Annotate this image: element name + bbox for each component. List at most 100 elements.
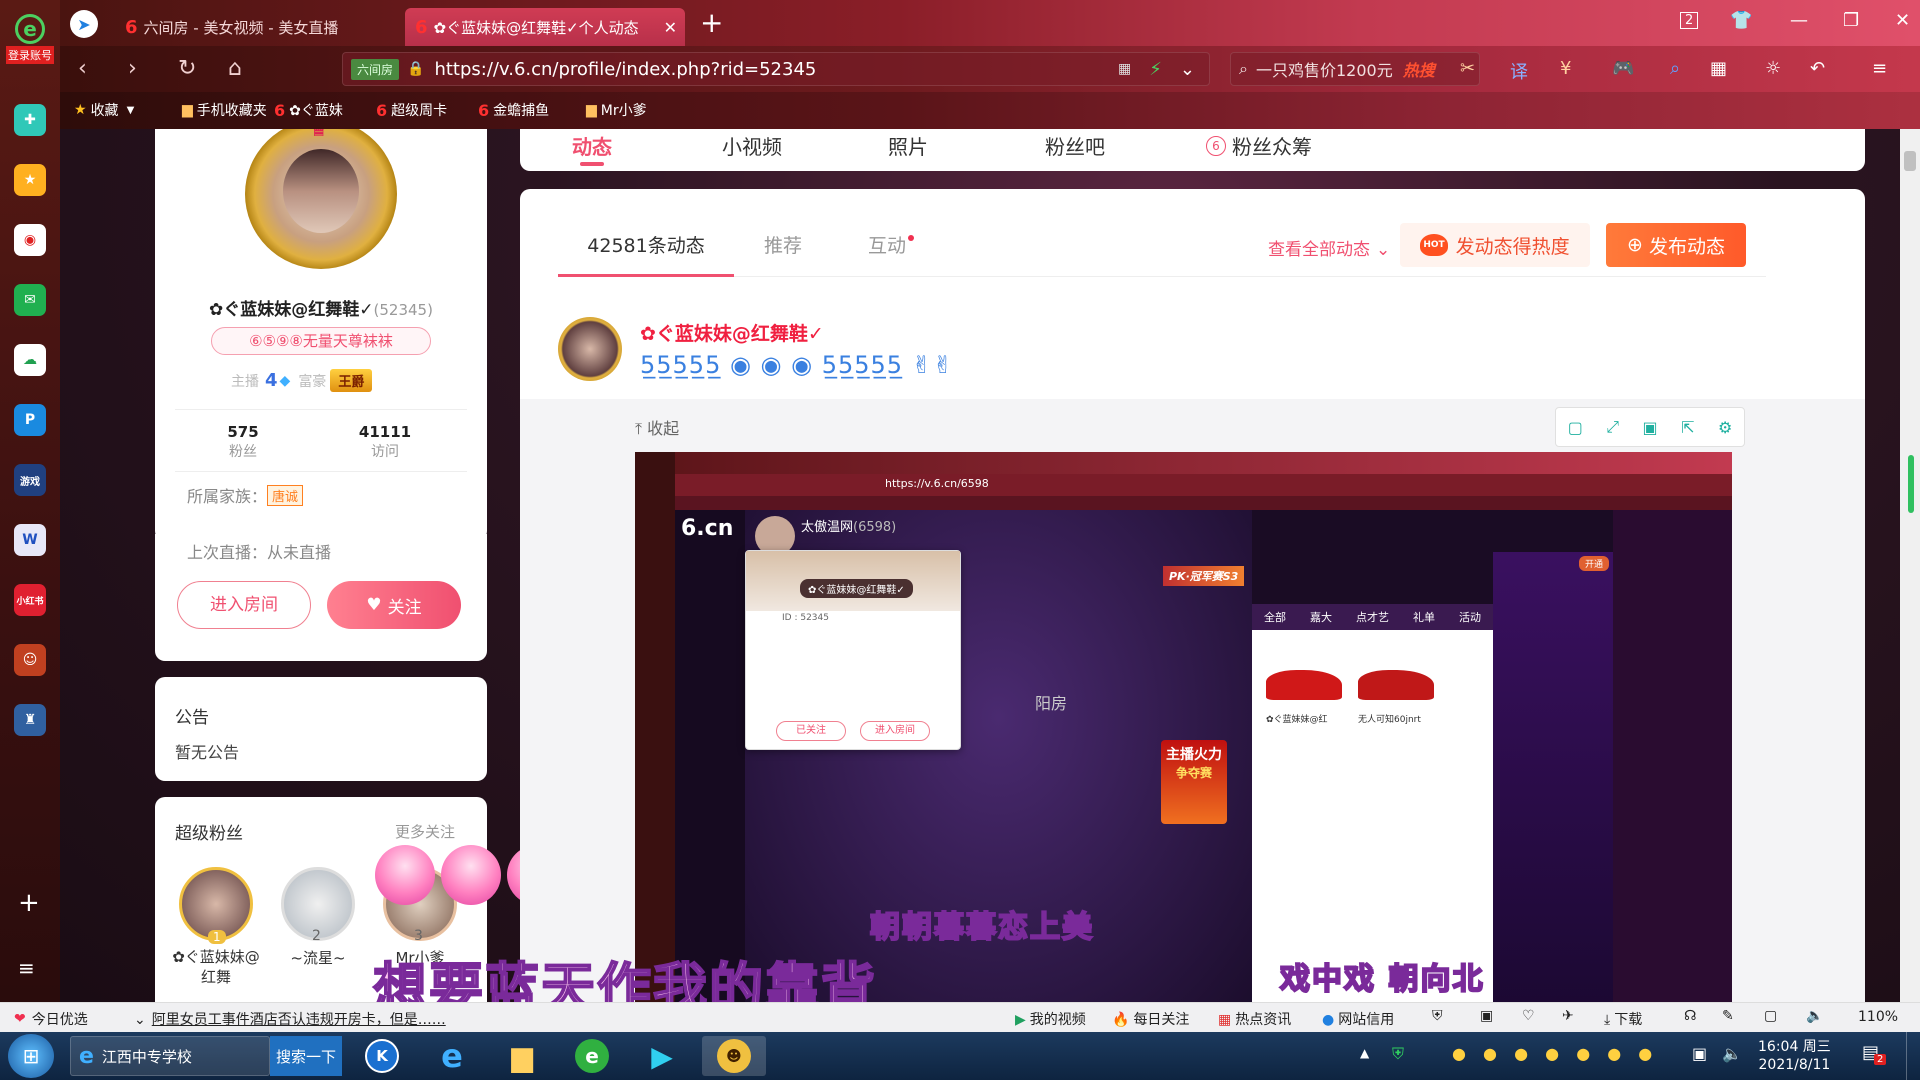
scrollbar-thumb[interactable]: [1904, 151, 1916, 171]
heart-outline-icon[interactable]: ♡: [1522, 1008, 1535, 1024]
weibo-icon[interactable]: ◉: [14, 224, 46, 256]
tab-profile[interactable]: 6 ✿ぐ蓝妹妹@红舞鞋✓个人动态 ✕: [405, 8, 685, 46]
today-picks[interactable]: ❤ 今日优选: [14, 1009, 88, 1029]
download-button[interactable]: ⤓ 下载: [1604, 1009, 1642, 1029]
clock[interactable]: 16:04 周三 2021/8/11: [1758, 1038, 1831, 1074]
tray-shield-icon[interactable]: ⛨: [1392, 1044, 1404, 1064]
brightness-icon[interactable]: ☼: [1765, 58, 1781, 79]
tab-crowdfund[interactable]: 6 粉丝众筹: [1206, 131, 1312, 160]
restore-icon[interactable]: ❐: [1843, 10, 1859, 31]
forward-icon[interactable]: ›: [128, 56, 137, 81]
cut-icon[interactable]: ✎: [1722, 1008, 1734, 1024]
profile-avatar[interactable]: ♛: [245, 129, 397, 269]
skin-icon[interactable]: 👕: [1730, 10, 1752, 31]
menu-icon[interactable]: ≡: [1872, 58, 1887, 79]
status-item-daily[interactable]: 🔥 每日关注: [1112, 1009, 1189, 1029]
game-app-icon[interactable]: 游戏: [14, 464, 46, 496]
tab-liujianfang[interactable]: 6 六间房 - 美女视频 - 美女直播: [115, 8, 395, 46]
post-author-name[interactable]: ✿ぐ蓝妹妹@红舞鞋✓: [640, 319, 824, 346]
embedded-screenshot[interactable]: https://v.6.cn/6598 6.cn 太傲温网(6598) PK·冠…: [635, 452, 1732, 1002]
share-icon[interactable]: ⇱: [1681, 418, 1694, 437]
save-icon[interactable]: ▣: [1643, 418, 1658, 437]
window-count-badge[interactable]: 2: [1680, 12, 1699, 29]
tray-qq-icons[interactable]: ● ● ● ● ● ● ●: [1452, 1044, 1658, 1063]
news-ticker[interactable]: ⌄ 阿里女员工事件酒店否认违规开房卡，但是……: [134, 1009, 446, 1029]
grid-icon[interactable]: ▦: [1710, 58, 1727, 79]
show-desktop-button[interactable]: [1906, 1032, 1920, 1080]
refresh-icon[interactable]: ↻: [178, 56, 196, 81]
game-avatar-icon[interactable]: ☺: [14, 644, 46, 676]
home-icon[interactable]: ⌂: [228, 56, 242, 81]
p-app-icon[interactable]: P: [14, 404, 46, 436]
find-icon[interactable]: ⌕: [1670, 58, 1680, 79]
headset-icon[interactable]: ☊: [1684, 1008, 1696, 1024]
hot-search-label[interactable]: 热搜: [1403, 57, 1435, 81]
publish-button[interactable]: ⊕ 发布动态: [1606, 223, 1746, 267]
fullscreen-icon[interactable]: ⤢: [1606, 417, 1619, 437]
speed-icon[interactable]: ✈: [1562, 1008, 1574, 1024]
more-follow-link[interactable]: 更多关注: [395, 821, 455, 842]
collapse-link[interactable]: ⤒ 收起: [635, 415, 679, 439]
tray-network-icon[interactable]: ▣: [1692, 1044, 1707, 1063]
task-k-app[interactable]: K: [352, 1036, 412, 1076]
url-text[interactable]: https://v.6.cn/profile/index.php?rid=523…: [434, 59, 816, 80]
follow-button[interactable]: ♥ 关注: [327, 581, 461, 629]
bookmark-mrxiaodie[interactable]: ▆ Mr小爹: [586, 100, 647, 120]
task-explorer[interactable]: ▆: [492, 1036, 552, 1076]
bookmark-favorites[interactable]: ★ 收藏 ▼: [74, 100, 134, 120]
tab-photos[interactable]: 照片: [888, 131, 928, 160]
mail-icon[interactable]: ✉: [14, 284, 46, 316]
document-icon[interactable]: W: [14, 524, 46, 556]
window-icon[interactable]: ▢: [1764, 1008, 1777, 1024]
tray-volume-icon[interactable]: 🔈: [1722, 1044, 1742, 1063]
bookmark-super-card[interactable]: 6 超级周卡: [376, 100, 447, 120]
minimize-icon[interactable]: —: [1790, 10, 1808, 31]
tab-fanbar[interactable]: 粉丝吧: [1045, 131, 1105, 160]
tab-videos[interactable]: 小视频: [722, 131, 782, 160]
tab-interact[interactable]: 互动: [868, 221, 915, 271]
image-icon[interactable]: ▣: [1480, 1008, 1493, 1024]
coin-icon[interactable]: ¥: [1560, 58, 1571, 79]
shield-icon[interactable]: ⛨: [1432, 1008, 1443, 1024]
tab-all-posts[interactable]: 42581条动态: [558, 221, 734, 277]
start-button[interactable]: ⊞: [8, 1034, 54, 1078]
add-app-icon[interactable]: +: [18, 888, 40, 918]
qr-icon[interactable]: ▦: [1118, 61, 1131, 77]
status-item-credit[interactable]: ● 网站信用: [1322, 1009, 1394, 1029]
task-360-browser[interactable]: e: [562, 1036, 622, 1076]
gamepad-icon[interactable]: 🎮: [1612, 58, 1634, 79]
bookmark-lanmeimei[interactable]: 6 ✿ぐ蓝妹: [274, 100, 343, 120]
enter-room-button[interactable]: 进入房间: [177, 581, 311, 629]
page-scrollbar[interactable]: [1900, 129, 1920, 1002]
tab-dongtai[interactable]: 动态: [572, 131, 612, 166]
undo-icon[interactable]: ↶: [1810, 58, 1825, 79]
right-edge-indicator[interactable]: [1908, 455, 1914, 513]
castle-game-icon[interactable]: ♜: [14, 704, 46, 736]
new-tab-button[interactable]: +: [700, 6, 723, 39]
hot-button[interactable]: HOT 发动态得热度: [1400, 223, 1590, 267]
status-item-news[interactable]: ▦ 热点资讯: [1218, 1009, 1291, 1029]
task-ie[interactable]: e 江西中专学校: [70, 1036, 270, 1076]
lightning-icon[interactable]: ⚡: [1149, 59, 1162, 80]
family-badge[interactable]: 唐诚: [267, 484, 304, 506]
menu-list-icon[interactable]: ≡: [18, 956, 35, 980]
settings-gear-icon[interactable]: ⚙: [1718, 418, 1732, 437]
scissors-icon[interactable]: ✂: [1460, 58, 1475, 79]
browser-logo[interactable]: e 登录账号: [6, 14, 54, 64]
zoom-level[interactable]: 110%: [1858, 1009, 1898, 1025]
fan-item[interactable]: 1 ✿ぐ蓝妹妹@红舞: [171, 867, 261, 987]
taskbar-search-button[interactable]: 搜索一下: [270, 1036, 342, 1076]
notification-center[interactable]: ▤ 2: [1862, 1042, 1887, 1065]
bookmark-fishing[interactable]: 6 金蟾捕鱼: [478, 100, 549, 120]
volume-icon[interactable]: 🔈: [1806, 1008, 1823, 1024]
redbook-icon[interactable]: 小红书: [14, 584, 46, 616]
close-window-icon[interactable]: ✕: [1895, 10, 1910, 31]
copy-icon[interactable]: ▢: [1568, 418, 1583, 437]
search-box[interactable]: ⌕ 一只鸡售价1200元 热搜: [1230, 52, 1480, 86]
back-icon[interactable]: ‹: [78, 56, 87, 81]
bookmark-mobile[interactable]: ▆ 手机收藏夹: [182, 100, 267, 120]
address-bar[interactable]: 六间房 🔒 https://v.6.cn/profile/index.php?r…: [342, 52, 1210, 86]
visits-stat[interactable]: 41111 访问: [340, 423, 430, 461]
close-tab-icon[interactable]: ✕: [664, 18, 677, 37]
post-author-avatar[interactable]: [558, 317, 622, 381]
